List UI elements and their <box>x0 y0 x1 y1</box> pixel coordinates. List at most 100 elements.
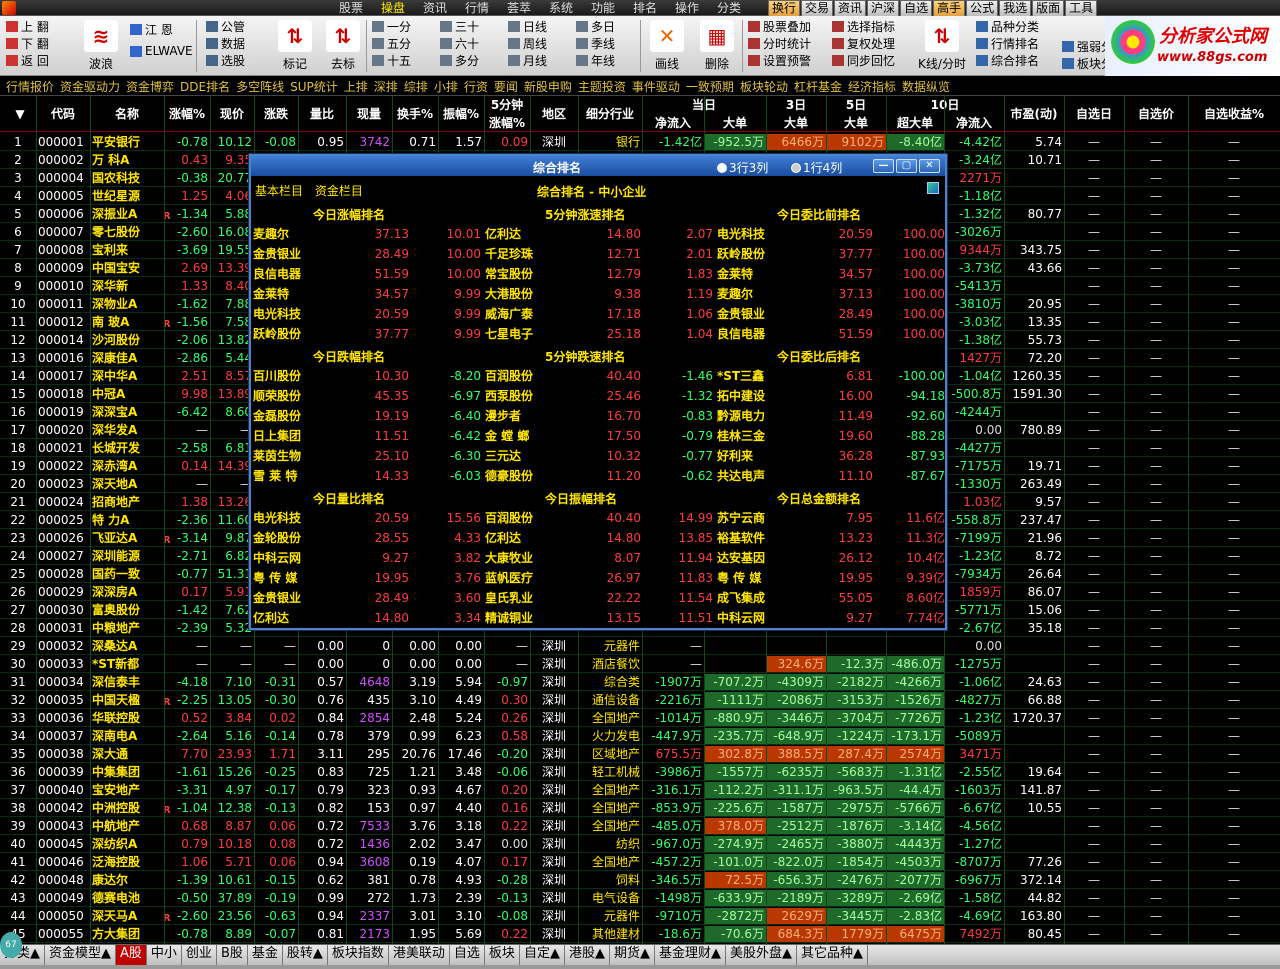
menu-item[interactable]: 资讯 <box>414 0 456 16</box>
quick-button[interactable]: 自选 <box>900 0 933 17</box>
rank-name[interactable]: 金 螳 螂 <box>485 426 529 446</box>
rank-name[interactable]: 常宝股份 <box>485 264 533 284</box>
table-row[interactable]: 35 000038 深大通 7.70 23.93 1.71 3.11 295 20.76 17.4… <box>0 745 1280 763</box>
catnav-item[interactable]: 杠杆基金 <box>794 78 842 95</box>
column-sub-header[interactable]: 大单 <box>826 114 886 131</box>
catnav-item[interactable]: 行情报价 <box>6 78 54 95</box>
period-item[interactable]: 三十 <box>440 18 479 35</box>
column-header[interactable]: 市盈(动) <box>1004 96 1064 132</box>
column-sub-header[interactable]: 大单 <box>704 114 766 131</box>
rank-name[interactable]: 百润股份 <box>485 508 533 528</box>
column-header-5min[interactable]: 5分钟 <box>484 96 530 113</box>
period-item[interactable]: 多分 <box>440 52 479 69</box>
rank-name[interactable]: 良信电器 <box>717 324 765 344</box>
bottom-tab[interactable]: 板块 <box>485 945 520 965</box>
rank-name[interactable]: 金磊股份 <box>253 406 301 426</box>
rank-name[interactable]: 黔源电力 <box>717 406 765 426</box>
bottom-tab[interactable]: 港股▲ <box>565 945 610 965</box>
catnav-item[interactable]: 一致预期 <box>686 78 734 95</box>
table-row[interactable]: 34 000037 深南电A -2.64 5.16 -0.14 0.78 379 0.99 6.2… <box>0 727 1280 745</box>
column-sub-header[interactable]: 大单 <box>766 114 826 131</box>
toolbar-big-button[interactable]: ≋ 波浪 <box>78 18 124 74</box>
table-row[interactable]: 36 000039 中集集团 -1.61 15.26 -0.25 0.83 725 1.21 3.… <box>0 763 1280 781</box>
rank-name[interactable]: 金莱特 <box>253 284 289 304</box>
horizontal-scrollbar[interactable] <box>0 965 1280 969</box>
column-header[interactable]: 地区 <box>530 96 578 132</box>
toolbar-item[interactable]: 返 回 <box>6 52 49 69</box>
rank-name[interactable]: 达安基因 <box>717 548 765 568</box>
column-sub-header[interactable]: 净流入 <box>642 114 704 131</box>
period-item[interactable]: 五分 <box>372 35 411 52</box>
catnav-item[interactable]: 主题投资 <box>578 78 626 95</box>
catnav-item[interactable]: SUP统计 <box>290 78 338 95</box>
period-item[interactable]: 季线 <box>576 35 615 52</box>
catnav-item[interactable]: 资金博弈 <box>126 78 174 95</box>
bottom-tab[interactable]: 自选 <box>450 945 485 965</box>
catnav-item[interactable]: 经济指标 <box>848 78 896 95</box>
rank-name[interactable]: 日上集团 <box>253 426 301 446</box>
toolbar-item[interactable]: 分时统计 <box>748 35 811 52</box>
menu-item[interactable]: 股票 <box>330 0 372 16</box>
toolbar-item[interactable]: 下 翻 <box>6 35 49 52</box>
rank-name[interactable]: 麦趣尔 <box>253 224 289 244</box>
bottom-tab[interactable]: 中小 <box>147 945 182 965</box>
table-row[interactable]: 37 000040 宝安地产 -3.31 4.97 -0.17 0.79 323 0.93 4.6… <box>0 781 1280 799</box>
rank-name[interactable]: 电光科技 <box>253 508 301 528</box>
rank-name[interactable]: 金贵银业 <box>253 244 301 264</box>
bottom-tab[interactable]: 美股外盘▲ <box>726 945 797 965</box>
rank-name[interactable]: 成飞集成 <box>717 588 765 608</box>
toolbar-item[interactable]: 同步回忆 <box>832 52 895 69</box>
column-header[interactable]: 细分行业 <box>578 96 642 132</box>
column-header[interactable]: 代码 <box>36 96 90 132</box>
kline-button[interactable]: ⇅ K线/分时 <box>912 18 972 74</box>
column-header[interactable]: 自选收益% <box>1188 96 1280 132</box>
catnav-item[interactable]: 板块轮动 <box>740 78 788 95</box>
column-sub-header[interactable]: 净流入 <box>944 114 1004 131</box>
menu-item[interactable]: 系统 <box>540 0 582 16</box>
rank-name[interactable]: 雪 莱 特 <box>253 466 297 486</box>
rank-name[interactable]: 亿利达 <box>485 224 521 244</box>
rank-name[interactable]: 德豪股份 <box>485 466 533 486</box>
table-row[interactable]: 1 000001 平安银行 -0.78 10.12 -0.08 0.95 3742 0.71 1.… <box>0 133 1280 151</box>
catnav-item[interactable]: 小排 <box>434 78 458 95</box>
quick-button[interactable]: 资讯 <box>834 0 867 17</box>
table-row[interactable]: 32 000035 中国天楹 -2.25 13.05 -0.30 0.76 435 3.10 4.… <box>0 691 1280 709</box>
period-item[interactable]: 日线 <box>508 18 547 35</box>
catnav-item[interactable]: DDE排名 <box>180 78 230 95</box>
rank-name[interactable]: *ST三鑫 <box>717 366 764 386</box>
minimize-button[interactable]: — <box>873 159 894 173</box>
dialog-titlebar[interactable]: 综合排名 3行3列 1行4列 — ▢ ✕ <box>251 156 945 176</box>
column-header[interactable]: 涨幅% <box>164 96 210 132</box>
rank-name[interactable]: 中科云网 <box>253 548 301 568</box>
catnav-item[interactable]: 上排 <box>344 78 368 95</box>
menu-item[interactable]: 功能 <box>582 0 624 16</box>
rank-name[interactable]: 威海广泰 <box>485 304 533 324</box>
bottom-tab[interactable]: 板块指数 <box>328 945 389 965</box>
toolbar-item[interactable]: 江 恩 <box>130 18 193 40</box>
rank-name[interactable]: 跃岭股份 <box>253 324 301 344</box>
toolbar-big-button[interactable]: ✕ 画线 <box>644 18 690 74</box>
toolbar-item[interactable]: 选择指标 <box>832 18 895 35</box>
period-item[interactable]: 一分 <box>372 18 411 35</box>
rank-name[interactable]: 亿利达 <box>485 528 521 548</box>
toolbar-item[interactable]: ELWAVE <box>130 40 193 62</box>
tab-basic[interactable]: 基本栏目 <box>255 184 303 198</box>
period-item[interactable]: 周线 <box>508 35 547 52</box>
maximize-button[interactable]: ▢ <box>896 159 917 173</box>
rank-name[interactable]: 精诚铜业 <box>485 608 533 628</box>
bottom-tab[interactable]: 基金理财▲ <box>655 945 726 965</box>
table-row[interactable]: 39 000043 中航地产 0.68 8.87 0.06 0.72 7533 3.76 3.18… <box>0 817 1280 835</box>
rank-name[interactable]: 桂林三金 <box>717 426 765 446</box>
table-row[interactable]: 42 000048 康达尔 -1.39 10.61 -0.15 0.62 381 0.78 4.9… <box>0 871 1280 889</box>
catnav-item[interactable]: 数据纵览 <box>902 78 950 95</box>
rank-name[interactable]: 粤 传 媒 <box>253 568 297 588</box>
rank-name[interactable]: 电光科技 <box>717 224 765 244</box>
rank-name[interactable]: 良信电器 <box>253 264 301 284</box>
toolbar-item[interactable]: 上 翻 <box>6 18 49 35</box>
rank-name[interactable]: 百润股份 <box>485 366 533 386</box>
column-header[interactable]: 换手% <box>392 96 438 132</box>
rank-name[interactable]: 苏宁云商 <box>717 508 765 528</box>
rank-name[interactable]: 亿利达 <box>253 608 289 628</box>
export-icon[interactable] <box>927 182 939 194</box>
period-item[interactable]: 六十 <box>440 35 479 52</box>
